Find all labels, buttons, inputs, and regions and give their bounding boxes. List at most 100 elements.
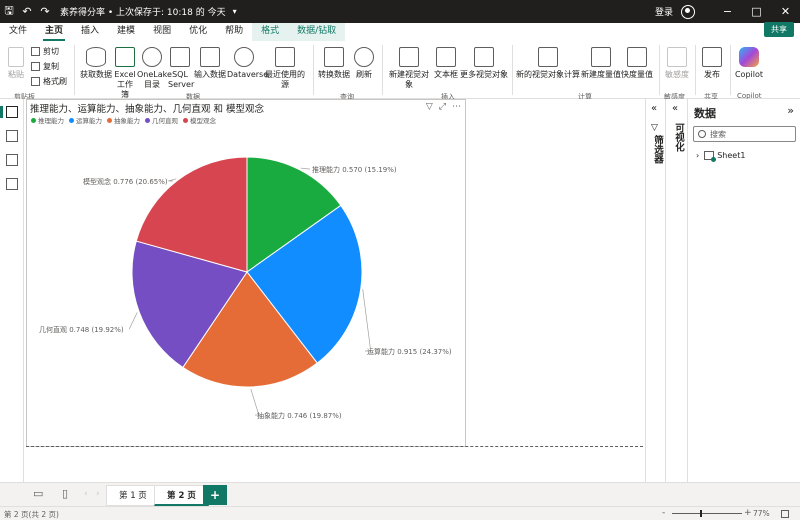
refresh-button[interactable]: 刷新 xyxy=(352,47,376,80)
legend-item[interactable]: 抽象能力 xyxy=(107,115,140,125)
page-tabs-bar: ▭ ▯ ‹ › 第 1 页 第 2 页 + xyxy=(0,482,800,506)
collapse-data-pane-icon[interactable]: » xyxy=(787,104,794,117)
minimize-button[interactable]: − xyxy=(713,0,742,23)
expand-filters-icon[interactable]: « xyxy=(651,103,657,114)
refresh-icon xyxy=(354,47,374,67)
legend-dot xyxy=(183,117,188,123)
publish-button[interactable]: 发布 xyxy=(699,47,725,80)
desktop-layout-icon[interactable]: ▭ xyxy=(33,487,43,500)
tab-help[interactable]: 帮助 xyxy=(216,23,252,41)
recent-sources-button[interactable]: 最近使用的源 xyxy=(262,47,308,90)
redo-icon[interactable]: ↷ xyxy=(36,0,54,23)
zoom-in-button[interactable]: + xyxy=(744,508,752,518)
transform-data-button[interactable]: 转换数据 xyxy=(317,47,351,80)
more-options-icon[interactable]: ⋯ xyxy=(452,102,461,112)
legend-item[interactable]: 推理能力 xyxy=(31,115,64,125)
avatar-icon[interactable] xyxy=(681,4,695,19)
tab-insert[interactable]: 插入 xyxy=(72,23,108,41)
prev-page-icon[interactable]: ‹ xyxy=(84,489,88,499)
paste-button[interactable]: 粘贴 xyxy=(5,47,27,80)
data-search-input[interactable]: 搜索 xyxy=(693,126,796,142)
data-pane-title: 数据 xyxy=(694,107,716,120)
maximize-button[interactable]: □ xyxy=(742,0,771,23)
visualizations-pane-collapsed[interactable]: « 可视化 xyxy=(665,99,687,482)
add-page-button[interactable]: + xyxy=(203,485,227,505)
close-button[interactable]: ✕ xyxy=(771,0,800,23)
save-icon[interactable]: 🖫 xyxy=(0,0,18,23)
leader-line xyxy=(128,312,138,330)
cut-button[interactable]: 剪切 xyxy=(31,46,59,57)
get-data-button[interactable]: 获取数据 xyxy=(78,47,114,80)
chevron-down-icon[interactable]: ▾ xyxy=(226,0,244,23)
fx-icon xyxy=(538,47,558,67)
enter-data-button[interactable]: 输入数据 xyxy=(193,47,227,80)
report-canvas[interactable]: 推理能力 0.570 (15.19%) 运算能力 0.915 (24.37%) 抽象… xyxy=(24,99,645,482)
filter-icon: ▽ xyxy=(651,123,658,133)
fit-to-page-icon[interactable] xyxy=(781,510,789,518)
legend-item[interactable]: 模型观念 xyxy=(183,115,216,125)
legend-dot xyxy=(107,117,112,123)
table-view-icon[interactable] xyxy=(6,130,18,142)
sensitivity-button[interactable]: 敏感度 xyxy=(662,47,692,80)
dax-query-view-icon[interactable] xyxy=(6,178,18,190)
ribbon: 粘贴 剪切 复制 格式刷 剪贴板 获取数据 Excel 工作簿 OneLake … xyxy=(0,41,800,101)
filters-pane-collapsed[interactable]: « ▽ 筛选器 xyxy=(645,99,665,482)
tab-optimize[interactable]: 优化 xyxy=(180,23,216,41)
copilot-button[interactable]: Copilot xyxy=(734,47,764,80)
onelake-button[interactable]: OneLake 目录 xyxy=(137,47,172,90)
expand-visualizations-icon[interactable]: « xyxy=(672,103,678,114)
dataverse-button[interactable]: Dataverse xyxy=(227,47,268,80)
zoom-slider-thumb[interactable] xyxy=(700,510,702,517)
tab-home[interactable]: 主页 xyxy=(36,23,72,41)
tab-file[interactable]: 文件 xyxy=(0,23,36,41)
textbox-button[interactable]: 文本框 xyxy=(433,47,459,80)
data-label: 抽象能力 0.746 (19.87%) xyxy=(257,411,342,420)
new-measure-button[interactable]: 新建度量值 xyxy=(581,47,621,80)
table-tree-item[interactable]: › Sheet1 xyxy=(696,151,745,162)
zoom-slider[interactable] xyxy=(672,513,742,514)
filter-icon[interactable]: ▽ xyxy=(426,102,433,112)
pie-chart-visual[interactable]: 推理能力 0.570 (15.19%) 运算能力 0.915 (24.37%) 抽象… xyxy=(26,99,466,447)
textbox-icon xyxy=(436,47,456,67)
more-visuals-button[interactable]: 更多视觉对象 xyxy=(460,47,508,80)
copy-icon xyxy=(31,62,40,71)
legend-item[interactable]: 几何直观 xyxy=(145,115,178,125)
legend-item[interactable]: 运算能力 xyxy=(69,115,102,125)
chevron-right-icon[interactable]: › xyxy=(696,151,699,160)
data-label: 推理能力 0.570 (15.19%) xyxy=(312,165,397,174)
copy-button[interactable]: 复制 xyxy=(31,61,59,72)
visualizations-pane-label: 可视化 xyxy=(673,123,684,152)
excel-button[interactable]: Excel 工作簿 xyxy=(114,47,136,100)
tab-data-drill[interactable]: 数据/钻取 xyxy=(288,23,346,41)
ribbon-divider xyxy=(74,45,75,95)
mobile-layout-icon[interactable]: ▯ xyxy=(62,487,68,500)
report-view-icon[interactable] xyxy=(6,106,18,118)
sql-server-button[interactable]: SQL Server xyxy=(168,47,194,90)
tab-modeling[interactable]: 建模 xyxy=(108,23,144,41)
new-visual-button[interactable]: 新建视觉对象 xyxy=(386,47,432,90)
selection-border xyxy=(26,446,643,447)
page-tab-2[interactable]: 第 2 页 xyxy=(154,485,209,506)
table-icon xyxy=(200,47,220,67)
filters-pane-label: 筛选器 xyxy=(652,135,663,164)
sql-icon xyxy=(170,47,190,67)
next-page-icon[interactable]: › xyxy=(96,489,100,499)
share-button[interactable]: 共享 xyxy=(764,22,794,37)
model-view-icon[interactable] xyxy=(6,154,18,166)
chart-title: 推理能力、运算能力、抽象能力、几何直观 和 模型观念 xyxy=(30,104,265,115)
format-painter-button[interactable]: 格式刷 xyxy=(31,76,67,87)
document-title[interactable]: 素养得分率 • 上次保存于: 10:18 的 今天 xyxy=(60,5,226,18)
transform-icon xyxy=(324,47,344,67)
zoom-out-button[interactable]: - xyxy=(662,508,665,518)
quick-measure-button[interactable]: 快度量值 xyxy=(621,47,653,80)
excel-icon xyxy=(115,47,135,67)
signin-link[interactable]: 登录 xyxy=(655,5,673,18)
tab-view[interactable]: 视图 xyxy=(144,23,180,41)
undo-icon[interactable]: ↶ xyxy=(18,0,36,23)
page-tab-1[interactable]: 第 1 页 xyxy=(106,485,160,506)
tab-format[interactable]: 格式 xyxy=(252,23,289,41)
visual-icon xyxy=(399,47,419,67)
legend-dot xyxy=(145,117,150,123)
focus-mode-icon[interactable]: ⤢ xyxy=(439,102,446,112)
new-visual-calc-button[interactable]: 新的视觉对象计算 xyxy=(516,47,580,80)
